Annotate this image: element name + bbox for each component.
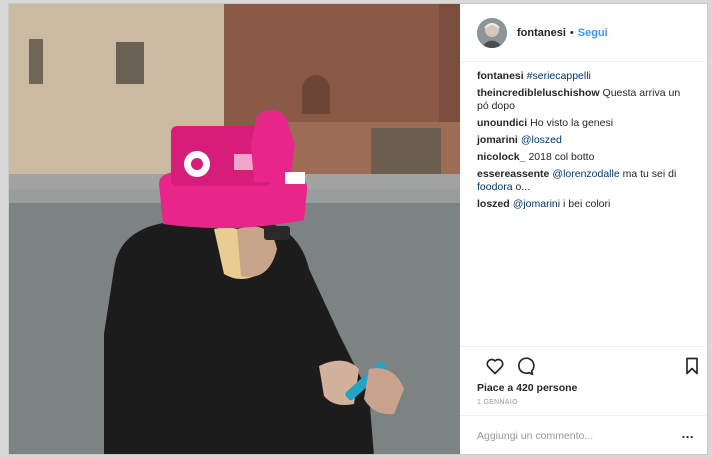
comment-item: essereassente @lorenzodalle ma tu sei di … [477,168,692,194]
comment-item: fontanesi #seriecappelli [477,70,692,83]
instagram-post-modal: fontanesi • Segui fontanesi #seriecappell… [8,3,708,455]
comment-username[interactable]: theincredibleluschishow [477,87,600,99]
heart-icon[interactable] [485,356,505,376]
comment-link[interactable]: #seriecappelli [527,70,591,82]
comment-item: loszed @jomarini i bei colori [477,198,692,211]
comment-username[interactable]: fontanesi [477,70,524,82]
post-header: fontanesi • Segui [460,4,707,62]
comment-text: ma tu sei di [619,168,677,180]
comment-link[interactable]: foodora [477,181,513,193]
comment-text: i bei colori [560,198,611,210]
post-date: 1 GENNAIO [477,399,518,406]
add-comment-bar: ... [460,415,707,454]
comment-username[interactable]: jomarini [477,134,518,146]
comment-link[interactable]: @jomarini [513,198,560,210]
avatar-icon [477,17,507,48]
comment-text: Ho visto la genesi [530,117,614,129]
comment-username[interactable]: nicolock_ [477,151,525,163]
comment-link[interactable]: @loszed [521,134,562,146]
more-options-icon[interactable]: ... [682,426,694,441]
comment-username[interactable]: unoundici [477,117,527,129]
avatar[interactable] [477,17,507,48]
follow-button[interactable]: Segui [578,27,608,39]
comment-item: theincredibleluschishow Questa arriva un … [477,87,692,113]
comment-username[interactable]: loszed [477,198,510,210]
comment-username[interactable]: essereassente [477,168,549,180]
comment-icon[interactable] [515,356,535,376]
comment-item: jomarini @loszed [477,134,692,147]
comment-item: nicolock_ 2018 col botto [477,151,692,164]
likes-count[interactable]: Piace a 420 persone [477,382,577,394]
comment-text: 2018 col botto [528,151,595,163]
author-username[interactable]: fontanesi [517,27,566,39]
bookmark-icon[interactable] [682,356,702,376]
post-side-panel: fontanesi • Segui fontanesi #seriecappell… [460,4,707,454]
separator-dot: • [569,26,574,39]
action-bar [460,346,707,384]
add-comment-input[interactable] [477,428,667,444]
comment-item: unoundici Ho visto la genesi [477,117,692,130]
comment-text: o... [512,181,531,193]
post-photo-illustration [9,4,460,454]
post-photo[interactable] [9,4,460,454]
comment-link[interactable]: @lorenzodalle [552,168,619,180]
comments-list: fontanesi #seriecappelli theincrediblelusc… [477,70,692,215]
